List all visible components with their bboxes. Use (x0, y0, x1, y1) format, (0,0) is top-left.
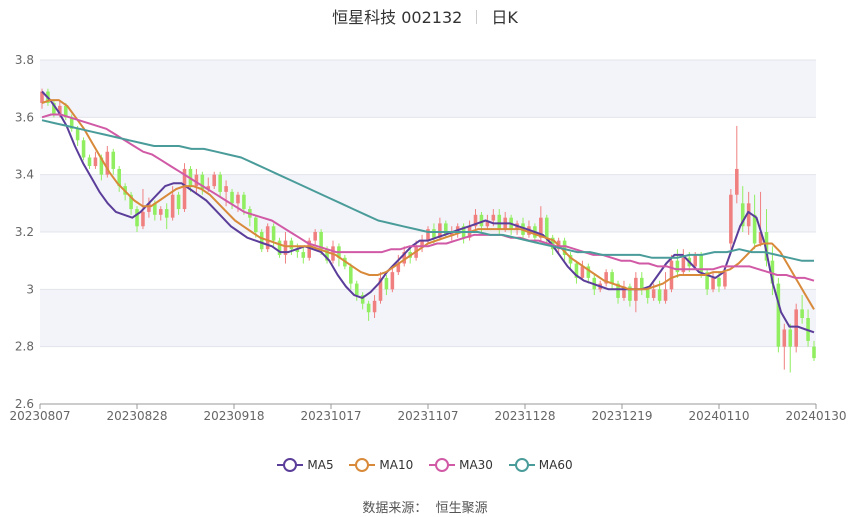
legend-item-ma10[interactable]: MA10 (349, 458, 413, 472)
candle-body (164, 209, 169, 218)
legend-swatch-ma5 (277, 458, 304, 472)
candle-body (800, 309, 804, 318)
source-label: 数据来源： (362, 501, 428, 516)
candle-body (242, 194, 246, 210)
x-tick-label: 20230828 (106, 409, 167, 423)
y-tick-label: 3.6 (15, 110, 34, 124)
candle-body (384, 277, 389, 290)
candle-body (544, 217, 549, 238)
candle-body (87, 157, 92, 167)
candle-body (645, 289, 650, 298)
candle-body (212, 174, 216, 187)
candle-body (610, 272, 614, 284)
candle-body (135, 209, 139, 227)
candle-body (75, 128, 80, 141)
legend-label-ma60: MA60 (538, 458, 573, 472)
source-value: 恒生聚源 (435, 501, 488, 516)
y-tick-label: 3 (26, 282, 34, 296)
candle-body (788, 329, 793, 347)
x-tick-label: 20240110 (688, 409, 749, 423)
grid-band (40, 289, 816, 347)
candle-body (218, 174, 222, 192)
legend-label-ma30: MA30 (459, 458, 493, 472)
candle-body (372, 300, 377, 313)
candle-body (580, 266, 585, 278)
chart-legend: MA5 MA10 MA30 MA60 (0, 458, 850, 475)
y-tick-label: 3.8 (15, 53, 34, 67)
candle-body (669, 260, 674, 290)
candle-body (491, 214, 496, 221)
candle-body (224, 186, 228, 192)
candle-body (271, 226, 276, 241)
candle-body (111, 151, 116, 169)
candle-body (432, 229, 436, 238)
candle-body (289, 240, 294, 250)
candle-body (693, 254, 698, 267)
y-tick-label: 3.2 (15, 225, 34, 239)
candle-body (497, 214, 502, 230)
x-tick-label: 20240130 (785, 409, 846, 423)
candle-body (230, 191, 234, 204)
candle-body (735, 168, 739, 195)
candle-body (651, 289, 656, 298)
candle-body (93, 157, 98, 167)
candle-body (776, 283, 781, 347)
candle-body (349, 266, 353, 284)
y-tick-label: 3.4 (15, 168, 34, 182)
candle-body (794, 309, 798, 347)
candle-body (711, 277, 715, 290)
candle-body (313, 232, 317, 241)
candle-body (717, 277, 721, 287)
candle-body (170, 194, 175, 218)
candle-body (301, 252, 306, 258)
legend-label-ma10: MA10 (379, 458, 414, 472)
candle-body (141, 211, 145, 227)
legend-swatch-ma60 (508, 458, 535, 472)
candle-body (81, 140, 86, 158)
x-tick-label: 20231219 (591, 409, 652, 423)
legend-label-ma5: MA5 (307, 458, 334, 472)
x-tick-label: 20230918 (203, 409, 264, 423)
candle-body (640, 277, 644, 290)
candle-body (752, 214, 757, 244)
candle-body (236, 194, 240, 204)
y-tick-label: 2.8 (15, 340, 34, 354)
candle-body (663, 289, 668, 301)
candle-body (812, 346, 816, 359)
candle-body (354, 283, 359, 296)
x-tick-label: 20231017 (300, 409, 361, 423)
x-tick-label: 20231107 (397, 409, 458, 423)
candle-body (657, 289, 662, 301)
x-tick-label: 20230807 (9, 409, 70, 423)
candle-body (158, 209, 163, 215)
candle-body (782, 329, 787, 347)
grid-band (40, 60, 816, 118)
candle-body (366, 303, 371, 313)
candle-body (390, 272, 395, 290)
data-source: 数据来源： 恒生聚源 (0, 497, 850, 516)
candle-body (723, 272, 727, 287)
candle-body (729, 194, 733, 244)
candle-body (254, 217, 258, 232)
candle-body (259, 232, 264, 250)
candle-body (176, 194, 181, 210)
kline-chart: 2.62.833.23.43.63.820230807 20230828 20230… (9, 53, 846, 423)
legend-swatch-ma30 (429, 458, 456, 472)
legend-item-ma60[interactable]: MA60 (508, 458, 573, 472)
legend-item-ma30[interactable]: MA30 (429, 458, 493, 472)
x-tick-label: 20231128 (494, 409, 555, 423)
candle-body (675, 260, 680, 273)
legend-item-ma5[interactable]: MA5 (277, 458, 334, 472)
legend-swatch-ma10 (349, 458, 376, 472)
